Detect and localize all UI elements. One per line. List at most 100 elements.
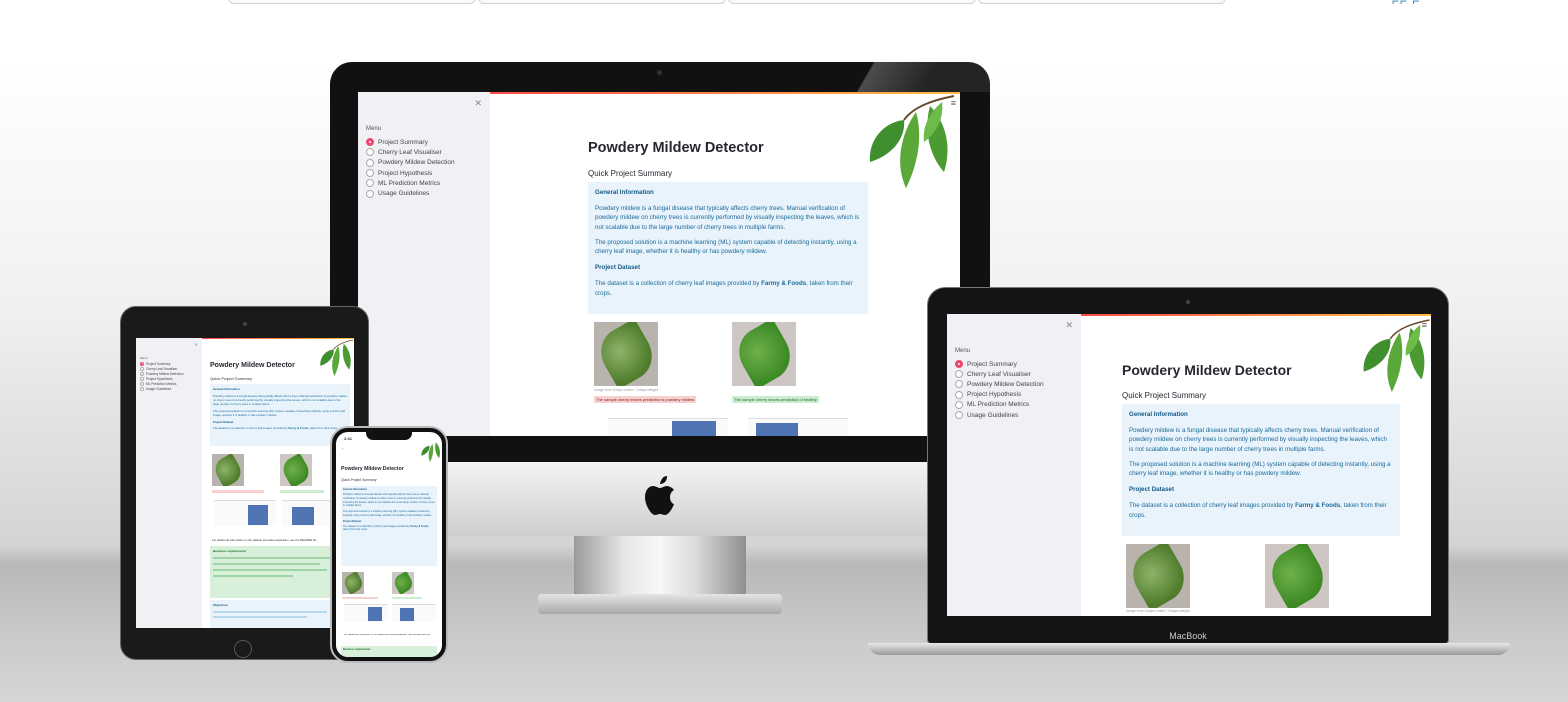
cherry-leaves-decoration bbox=[421, 442, 440, 462]
menu-item-label: Usage Guidelines bbox=[146, 386, 172, 391]
macbook-screen: ✕ Menu Project Summary Cherry Leaf Visua… bbox=[947, 314, 1431, 616]
dataset-text: The dataset is a collection of cherry le… bbox=[213, 425, 338, 430]
dataset-readme-note: For additional information on the datase… bbox=[212, 538, 317, 542]
imac-stand bbox=[574, 536, 746, 594]
status-time: 2:41 bbox=[344, 436, 353, 441]
top-tab-1[interactable] bbox=[228, 0, 476, 4]
sidebar: ✕ Menu Project Summary Cherry Leaf Visua… bbox=[947, 314, 1081, 616]
bar-chart-left bbox=[344, 604, 388, 622]
menu-item-ml-prediction-metrics[interactable]: ML Prediction Metrics bbox=[366, 178, 455, 188]
dataset-label: Project Dataset bbox=[213, 419, 234, 424]
page-title: Powdery Mildew Detector bbox=[341, 466, 404, 472]
menu-item-usage-guidelines[interactable]: Usage Guidelines bbox=[140, 386, 184, 391]
general-info-text-1: Powdery mildew is a fungal disease that … bbox=[213, 394, 347, 407]
radio-selected-icon bbox=[366, 138, 374, 147]
menu-item-usage-guidelines[interactable]: Usage Guidelines bbox=[955, 410, 1044, 420]
menu-item-powdery-mildew-detection[interactable]: Powdery Mildew Detection bbox=[366, 158, 455, 168]
chart-bar bbox=[248, 505, 268, 525]
menu-item-label: Powdery Mildew Detection bbox=[146, 371, 184, 376]
menu-item-project-hypothesis[interactable]: Project Hypothesis bbox=[955, 390, 1044, 400]
chart-bar bbox=[368, 607, 382, 621]
chart-bar bbox=[292, 507, 314, 525]
menu-item-label: ML Prediction Metrics bbox=[967, 401, 1030, 409]
objectives-box: Objectives bbox=[210, 600, 350, 628]
top-tab-3[interactable] bbox=[728, 0, 976, 4]
radio-icon bbox=[366, 148, 374, 157]
general-info-text-2: The proposed solution is a machine learn… bbox=[595, 238, 857, 256]
mildew-leaf-image bbox=[594, 322, 658, 386]
main-content: ≡ Powdery Mildew Detector Quick Project … bbox=[490, 92, 960, 436]
expand-sidebar-icon[interactable]: › bbox=[342, 446, 343, 451]
menu-item-label: ML Prediction Metrics bbox=[378, 179, 441, 187]
mildew-leaf-image bbox=[212, 454, 244, 486]
page-subtitle: Quick Project Summary bbox=[210, 376, 253, 381]
menu-item-cherry-leaf-visualiser[interactable]: Cherry Leaf Visualiser bbox=[366, 147, 455, 157]
radio-icon bbox=[955, 370, 963, 379]
radio-selected-icon bbox=[140, 361, 144, 366]
info-box: General Information Powdery mildew is a … bbox=[1122, 404, 1400, 536]
partial-icon: ⌐⌐ ⌐ bbox=[1392, 0, 1421, 8]
menu-item-cherry-leaf-visualiser[interactable]: Cherry Leaf Visualiser bbox=[140, 366, 184, 371]
macbook-camera bbox=[1186, 300, 1190, 304]
menu-radio-group: Project Summary Cherry Leaf Visualiser P… bbox=[955, 359, 1044, 420]
radio-icon bbox=[955, 390, 963, 399]
radio-icon bbox=[366, 169, 374, 178]
prediction-healthy-tag bbox=[280, 490, 324, 493]
page-title: Powdery Mildew Detector bbox=[210, 362, 295, 369]
menu-item-label: Project Hypothesis bbox=[146, 376, 173, 381]
menu-title: Menu bbox=[955, 348, 971, 354]
menu-item-usage-guidelines[interactable]: Usage Guidelines bbox=[366, 188, 455, 198]
radio-icon bbox=[955, 400, 963, 409]
info-box: General Information Powdery mildew is a … bbox=[588, 182, 868, 314]
macbook-label: MacBook bbox=[1169, 631, 1207, 641]
menu-item-project-summary[interactable]: Project Summary bbox=[366, 137, 455, 147]
radio-icon bbox=[366, 189, 374, 198]
menu-item-ml-prediction-metrics[interactable]: ML Prediction Metrics bbox=[955, 400, 1044, 410]
general-info-label: General Information bbox=[343, 488, 367, 491]
menu-radio-group: Project Summary Cherry Leaf Visualiser P… bbox=[366, 137, 455, 199]
prediction-healthy-tag bbox=[392, 597, 422, 599]
top-tab-4[interactable] bbox=[978, 0, 1226, 4]
cherry-leaves-decoration bbox=[320, 339, 354, 376]
general-info-label: General Information bbox=[1129, 411, 1188, 418]
general-info-label: General Information bbox=[595, 189, 654, 196]
business-requirements-label: Business requirements bbox=[343, 648, 371, 651]
menu-item-cherry-leaf-visualiser[interactable]: Cherry Leaf Visualiser bbox=[955, 369, 1044, 379]
iphone-screen: 2:41 › Powdery Mildew Detector Quick Pro… bbox=[336, 432, 442, 657]
ipad-home-button[interactable] bbox=[234, 640, 252, 658]
image-caption: Image from Gdaps online / Gdaps delight bbox=[1126, 609, 1190, 613]
objectives-label: Objectives bbox=[213, 603, 229, 607]
ipad-screen: ✕ Menu Project Summary Cherry Leaf Visua… bbox=[136, 338, 354, 628]
dataset-readme-note: For additional information on the datase… bbox=[344, 634, 430, 636]
page-subtitle: Quick Project Summary bbox=[341, 478, 377, 482]
dataset-label: Project Dataset bbox=[343, 519, 362, 523]
general-info-text-1: Powdery mildew is a fungal disease that … bbox=[343, 493, 435, 508]
menu-item-project-hypothesis[interactable]: Project Hypothesis bbox=[366, 168, 455, 178]
apple-logo-icon bbox=[645, 476, 674, 515]
close-icon[interactable]: ✕ bbox=[474, 98, 482, 109]
menu-item-label: Powdery Mildew Detection bbox=[967, 380, 1044, 388]
healthy-leaf-image bbox=[732, 322, 796, 386]
prediction-mildew-tag bbox=[212, 490, 264, 493]
info-box: General Information Powdery mildew is a … bbox=[210, 384, 350, 446]
sidebar: ✕ Menu Project Summary Cherry Leaf Visua… bbox=[136, 338, 202, 628]
main-content: 2:41 › Powdery Mildew Detector Quick Pro… bbox=[336, 432, 442, 657]
close-icon[interactable]: ✕ bbox=[1065, 320, 1073, 331]
menu-item-project-summary[interactable]: Project Summary bbox=[955, 359, 1044, 369]
radio-selected-icon bbox=[955, 360, 963, 369]
menu-item-label: Powdery Mildew Detection bbox=[378, 159, 455, 167]
bar-chart-right bbox=[748, 418, 848, 436]
business-requirements-label: Business requirements bbox=[213, 549, 247, 553]
close-icon[interactable]: ✕ bbox=[195, 342, 198, 347]
menu-item-label: Project Hypothesis bbox=[378, 169, 433, 177]
menu-item-powdery-mildew-detection[interactable]: Powdery Mildew Detection bbox=[140, 371, 184, 376]
menu-item-powdery-mildew-detection[interactable]: Powdery Mildew Detection bbox=[955, 379, 1044, 389]
radio-icon bbox=[366, 179, 374, 188]
menu-item-label: Cherry Leaf Visualiser bbox=[146, 366, 178, 371]
page-title: Powdery Mildew Detector bbox=[588, 140, 764, 156]
cherry-leaves-decoration bbox=[869, 95, 955, 188]
healthy-leaf-image bbox=[1265, 544, 1329, 608]
top-tab-2[interactable] bbox=[478, 0, 726, 4]
dataset-text: The dataset is a collection of cherry le… bbox=[1129, 502, 1387, 519]
dataset-label: Project Dataset bbox=[1129, 486, 1175, 494]
